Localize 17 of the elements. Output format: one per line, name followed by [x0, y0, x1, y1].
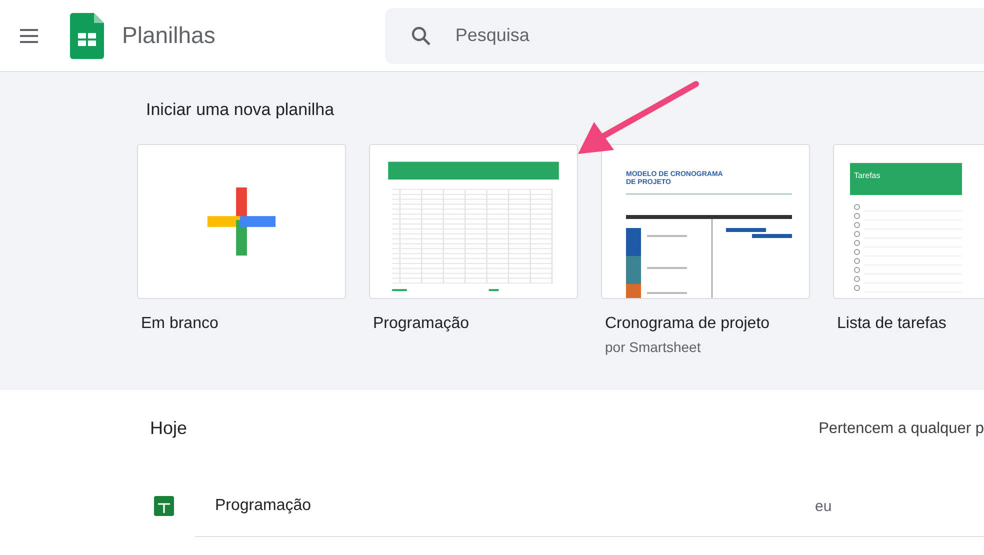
- template-label: Programação: [373, 315, 470, 333]
- plus-icon[interactable]: [137, 144, 346, 299]
- template-author: por Smartsheet: [605, 339, 701, 355]
- spreadsheet-logo-icon[interactable]: [70, 12, 104, 58]
- file-name[interactable]: Programação: [215, 497, 815, 515]
- template-label: Cronograma de projeto: [605, 315, 770, 333]
- app-title: Planilhas: [122, 22, 216, 49]
- search-field[interactable]: Pesquisa: [453, 24, 758, 47]
- owner-filter[interactable]: Pertencem a qualquer p: [818, 420, 984, 438]
- section-title: Iniciar uma nova planilha: [146, 100, 334, 120]
- file-owner: eu: [815, 498, 832, 514]
- spreadsheet-thumbnail[interactable]: [369, 144, 578, 299]
- thumbnail-title: Tarefas: [854, 171, 880, 180]
- template-label: Lista de tarefas: [837, 315, 946, 333]
- section-title: Hoje: [150, 418, 188, 439]
- template-label: Em branco: [141, 315, 218, 333]
- spreadsheet-icon: [154, 496, 174, 516]
